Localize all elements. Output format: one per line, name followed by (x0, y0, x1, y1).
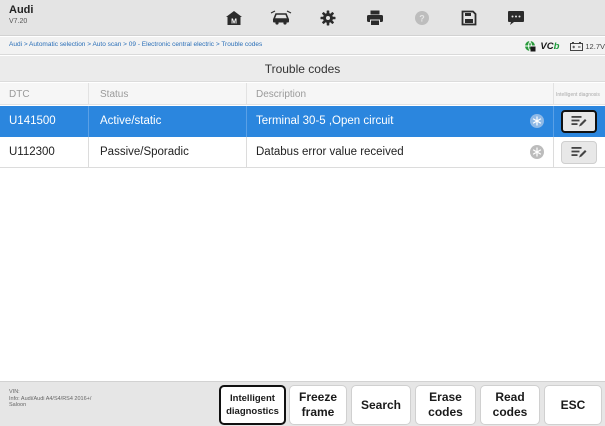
snowflake-icon (532, 116, 542, 126)
brand: Audi V7.20 (9, 4, 33, 27)
save-button[interactable] (445, 1, 492, 35)
column-divider (88, 83, 89, 105)
message-icon (507, 11, 524, 25)
status-indicators: VCb 12.7V (524, 39, 605, 53)
vci-connection-icon (525, 40, 536, 52)
read-codes-button[interactable]: Read codes (480, 385, 540, 425)
freeze-frame-button[interactable]: Freeze frame (289, 385, 347, 425)
dtc-description: Terminal 30-5 ,Open circuit (256, 115, 394, 127)
dtc-code: U112300 (9, 146, 55, 158)
vehicle-info-line: Saloon (9, 402, 27, 408)
toolbar-icons: M ? (210, 1, 539, 35)
settings-icon (320, 10, 335, 26)
column-header-dtc: DTC (9, 89, 30, 100)
column-divider (553, 83, 554, 105)
intelligent-diagnosis-button[interactable] (561, 110, 597, 133)
vehicle-info: VIN: Info: Audi/Audi A4/S4/RS4 2016+/ Sa… (9, 389, 91, 409)
home-button[interactable]: M (210, 1, 257, 35)
row-divider (88, 106, 89, 137)
breadcrumb-bar: Audi > Automatic selection > Auto scan >… (0, 37, 605, 55)
dtc-code: U141500 (9, 115, 56, 127)
column-header-status: Status (100, 89, 129, 100)
row-divider (88, 137, 89, 168)
freeze-frame-indicator[interactable] (530, 145, 544, 159)
table-row[interactable]: U141500 Active/static Terminal 30-5 ,Ope… (0, 106, 605, 137)
svg-text:?: ? (419, 13, 425, 23)
search-button[interactable]: Search (351, 385, 411, 425)
help-icon: ? (414, 11, 429, 25)
vci-label: VCb (540, 40, 560, 52)
edit-report-icon (571, 116, 587, 127)
dtc-description: Databus error value received (256, 146, 404, 158)
dtc-status: Active/static (100, 115, 162, 127)
help-button[interactable]: ? (398, 1, 445, 35)
print-icon (366, 10, 383, 26)
snowflake-icon (532, 147, 542, 157)
erase-codes-button[interactable]: Erase codes (415, 385, 476, 425)
column-header-intelligent-diagnosis: Intelligent diagnosis (556, 92, 600, 98)
vehicle-swap-icon (270, 10, 291, 25)
intelligent-diagnostics-button[interactable]: Intelligent diagnostics (219, 385, 286, 425)
column-header-description: Description (256, 89, 307, 100)
bottom-action-bar: VIN: Info: Audi/Audi A4/S4/RS4 2016+/ Sa… (0, 381, 605, 426)
home-icon: M (225, 11, 242, 25)
table-header: DTC Status Description Intelligent diagn… (0, 83, 605, 105)
app-window: Audi V7.20 M ? Audi > Automatic selectio… (0, 0, 605, 426)
svg-text:M: M (231, 18, 237, 25)
row-divider (246, 137, 247, 168)
table-empty-area (0, 168, 605, 381)
battery-voltage: 12.7V (570, 41, 605, 51)
vehicle-make: Audi (9, 4, 34, 16)
battery-icon (570, 41, 584, 51)
row-divider (246, 106, 247, 137)
print-button[interactable] (351, 1, 398, 35)
table-row[interactable]: U112300 Passive/Sporadic Databus error v… (0, 137, 605, 168)
row-divider (553, 106, 554, 137)
intelligent-diagnosis-button[interactable] (561, 141, 597, 164)
software-version: V7.20 (9, 18, 28, 25)
save-icon (461, 10, 476, 26)
esc-button[interactable]: ESC (544, 385, 602, 425)
page-title: Trouble codes (0, 56, 605, 82)
dtc-status: Passive/Sporadic (100, 146, 189, 158)
top-toolbar: Audi V7.20 M ? (0, 0, 605, 36)
breadcrumb[interactable]: Audi > Automatic selection > Auto scan >… (9, 41, 262, 48)
edit-report-icon (571, 147, 587, 158)
message-button[interactable] (492, 1, 539, 35)
vehicle-swap-button[interactable] (257, 1, 304, 35)
freeze-frame-indicator[interactable] (530, 114, 544, 128)
settings-button[interactable] (304, 1, 351, 35)
column-divider (246, 83, 247, 105)
row-divider (553, 137, 554, 168)
